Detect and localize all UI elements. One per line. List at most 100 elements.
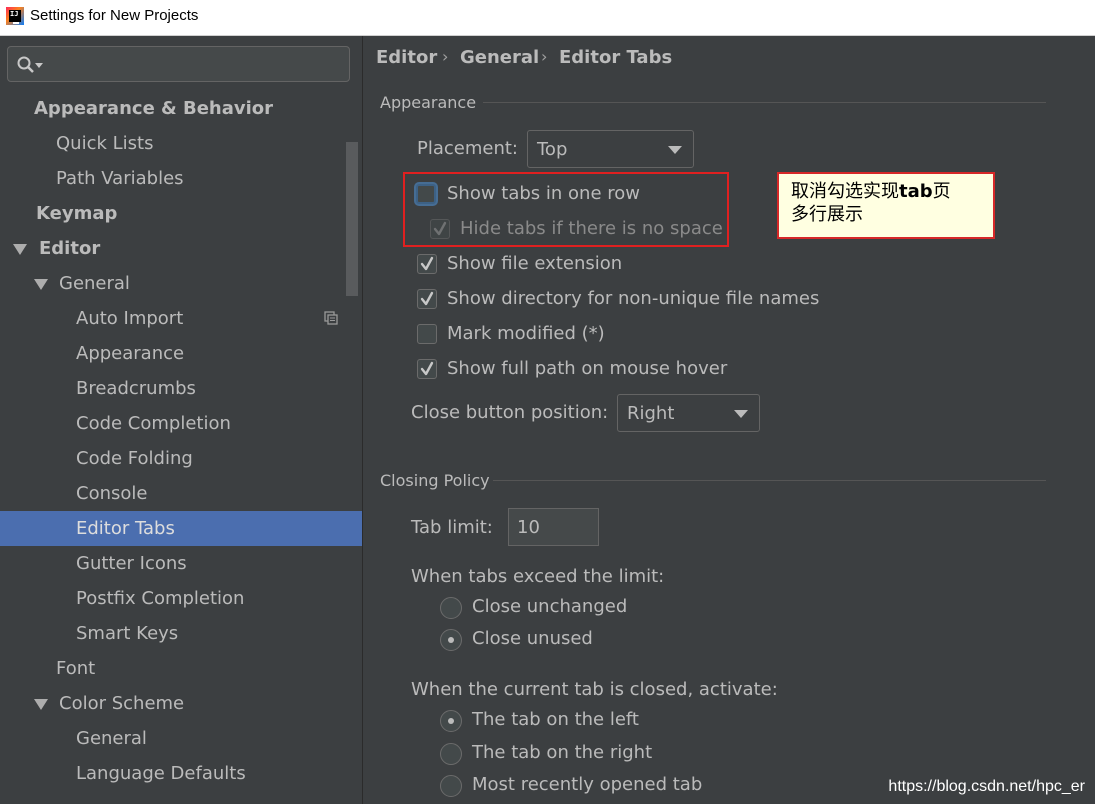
expand-arrow-icon[interactable]: [34, 699, 48, 710]
sidebar-item-label: Appearance: [76, 343, 185, 364]
callout-text: 页: [932, 181, 951, 202]
show-file-extension-label: Show file extension: [447, 253, 623, 274]
tab-limit-label: Tab limit:: [411, 517, 493, 538]
sidebar-item-smart-keys[interactable]: Smart Keys: [0, 616, 362, 651]
the-tab-on-the-left-radio[interactable]: [440, 710, 462, 732]
sidebar-item-general[interactable]: General: [0, 721, 362, 756]
breadcrumb-separator: ›: [541, 47, 548, 66]
sidebar-item-label: Quick Lists: [56, 133, 154, 154]
mark-modified-checkbox[interactable]: [417, 324, 437, 344]
close-unchanged-radio[interactable]: [440, 597, 462, 619]
search-icon: [17, 56, 43, 73]
sidebar-item-language-defaults[interactable]: Language Defaults: [0, 756, 362, 791]
breadcrumb-general[interactable]: General: [460, 47, 539, 68]
close-button-position-label: Close button position:: [411, 402, 609, 423]
breadcrumb-editor-tabs: Editor Tabs: [559, 47, 673, 68]
sidebar-item-label: Keymap: [36, 203, 118, 224]
activate-label: When the current tab is closed, activate…: [411, 679, 778, 700]
search-field[interactable]: [7, 46, 350, 82]
window-title: Settings for New Projects: [30, 7, 199, 24]
close-button-position-dropdown[interactable]: Right: [617, 394, 760, 432]
show-directory-for-non-unique-file-names-label: Show directory for non-unique file names: [447, 288, 820, 309]
close-unchanged-label: Close unchanged: [472, 596, 628, 617]
placement-value: Top: [537, 139, 568, 160]
watermark: https://blog.csdn.net/hpc_er: [888, 778, 1085, 795]
sidebar-item-appearance[interactable]: Appearance: [0, 336, 362, 371]
sidebar-item-label: Postfix Completion: [76, 588, 245, 609]
expand-arrow-icon[interactable]: [34, 279, 48, 290]
intellij-idea-icon: IJ: [6, 7, 24, 25]
sidebar-item-label: Appearance & Behavior: [34, 98, 274, 119]
sidebar-item-gutter-icons[interactable]: Gutter Icons: [0, 546, 362, 581]
annotation-callout: 取消勾选实现tab页 多行展示: [777, 172, 995, 239]
callout-text: 取消勾选实现: [791, 181, 899, 202]
radio-selected-dot: [448, 637, 454, 643]
the-tab-on-the-right-label: The tab on the right: [472, 742, 653, 763]
chevron-down-icon: [734, 410, 748, 418]
sidebar-item-label: Auto Import: [76, 308, 184, 329]
sidebar-item-label: Smart Keys: [76, 623, 179, 644]
annotation-highlight-box: [403, 172, 729, 247]
radio-selected-dot: [448, 718, 454, 724]
sidebar-item-general[interactable]: General: [0, 266, 362, 301]
sidebar-item-label: Code Completion: [76, 413, 231, 434]
sidebar-item-auto-import[interactable]: Auto Import: [0, 301, 362, 336]
sidebar-item-color-scheme[interactable]: Color Scheme: [0, 686, 362, 721]
sidebar-item-label: Editor: [39, 238, 101, 259]
sidebar-item-keymap[interactable]: Keymap: [0, 196, 362, 231]
project-scope-icon: [324, 311, 338, 325]
sidebar-item-label: General: [59, 273, 130, 294]
sidebar-item-postfix-completion[interactable]: Postfix Completion: [0, 581, 362, 616]
placement-dropdown[interactable]: Top: [527, 130, 694, 168]
sidebar-item-label: Editor Tabs: [76, 518, 175, 539]
the-tab-on-the-right-radio[interactable]: [440, 743, 462, 765]
sidebar-item-label: Console: [76, 483, 148, 504]
close-unused-label: Close unused: [472, 628, 593, 649]
mark-modified-label: Mark modified (*): [447, 323, 605, 344]
sidebar-item-console[interactable]: Console: [0, 476, 362, 511]
sidebar-item-code-folding[interactable]: Code Folding: [0, 441, 362, 476]
section-divider: [493, 480, 1046, 481]
placement-label: Placement:: [417, 138, 518, 159]
tab-limit-input[interactable]: [509, 509, 598, 545]
the-tab-on-the-left-label: The tab on the left: [472, 709, 639, 730]
sidebar-item-breadcrumbs[interactable]: Breadcrumbs: [0, 371, 362, 406]
tab-limit-field[interactable]: [508, 508, 599, 546]
close-button-position-value: Right: [627, 403, 675, 424]
show-file-extension-checkbox[interactable]: [417, 254, 437, 274]
chevron-down-icon: [668, 146, 682, 154]
sidebar-item-quick-lists[interactable]: Quick Lists: [0, 126, 362, 161]
closing-policy-section-title: Closing Policy: [380, 471, 490, 490]
sidebar-item-label: Path Variables: [56, 168, 184, 189]
show-full-path-on-mouse-hover-label: Show full path on mouse hover: [447, 358, 728, 379]
settings-sidebar: Appearance & Behavior Quick Lists Path Var…: [0, 36, 363, 804]
show-directory-for-non-unique-file-names-checkbox[interactable]: [417, 289, 437, 309]
sidebar-item-editor-tabs[interactable]: Editor Tabs: [0, 511, 362, 546]
sidebar-item-font[interactable]: Font: [0, 651, 362, 686]
sidebar-item-label: Gutter Icons: [76, 553, 187, 574]
sidebar-item-label: Color Scheme: [59, 693, 185, 714]
window-titlebar: IJ Settings for New Projects: [0, 0, 1095, 36]
sidebar-item-path-variables[interactable]: Path Variables: [0, 161, 362, 196]
settings-content: Editor › General › Editor Tabs Appearanc…: [363, 36, 1095, 804]
close-unused-radio[interactable]: [440, 629, 462, 651]
breadcrumb-editor[interactable]: Editor: [376, 47, 437, 68]
sidebar-item-label: Code Folding: [76, 448, 193, 469]
sidebar-item-label: Font: [56, 658, 96, 679]
sidebar-item-label: Language Defaults: [76, 763, 246, 784]
exceed-limit-label: When tabs exceed the limit:: [411, 566, 665, 587]
callout-text: 多行展示: [791, 204, 863, 225]
most-recently-opened-tab-radio[interactable]: [440, 775, 462, 797]
sidebar-item-label: General: [76, 728, 147, 749]
section-divider: [483, 102, 1046, 103]
expand-arrow-icon[interactable]: [13, 244, 27, 255]
show-full-path-on-mouse-hover-checkbox[interactable]: [417, 359, 437, 379]
sidebar-item-editor[interactable]: Editor: [0, 231, 362, 266]
breadcrumb-separator: ›: [442, 47, 449, 66]
most-recently-opened-tab-label: Most recently opened tab: [472, 774, 703, 795]
sidebar-item-appearance-behavior[interactable]: Appearance & Behavior: [0, 91, 362, 126]
sidebar-item-code-completion[interactable]: Code Completion: [0, 406, 362, 441]
appearance-section-title: Appearance: [380, 93, 477, 112]
sidebar-item-label: Breadcrumbs: [76, 378, 196, 399]
callout-text-bold: tab: [899, 181, 933, 202]
